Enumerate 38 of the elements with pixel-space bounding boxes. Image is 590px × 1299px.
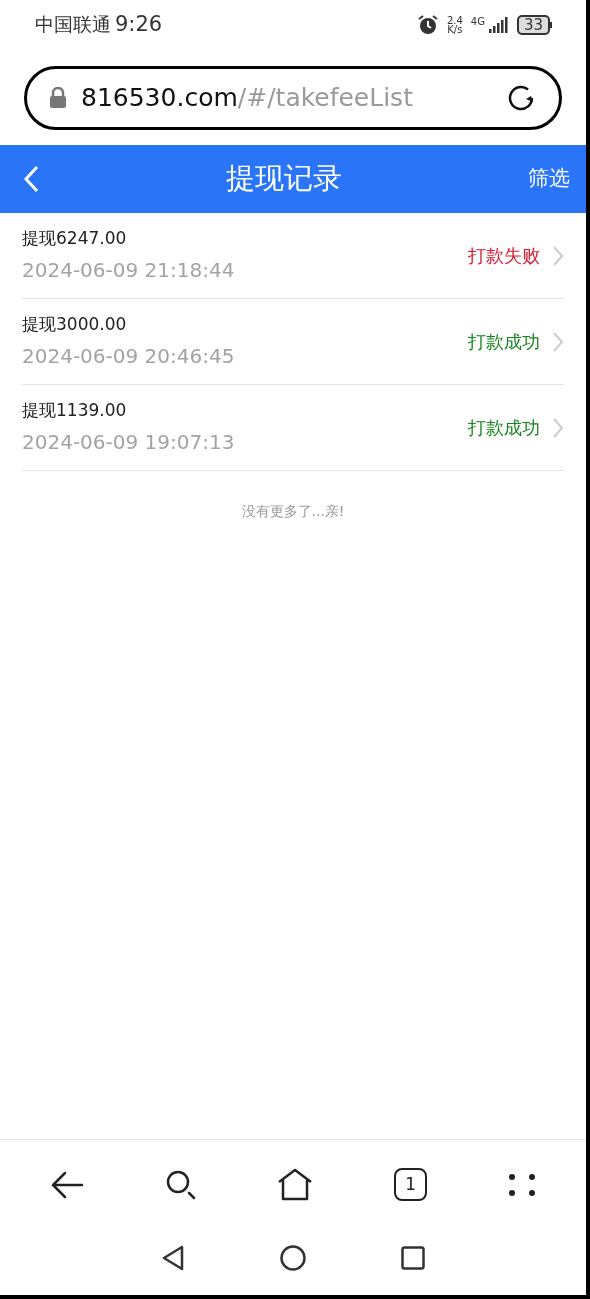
carrier-name: 中国联通	[35, 12, 111, 38]
alarm-icon	[416, 14, 439, 36]
record-status: 打款成功	[468, 416, 540, 440]
chevron-right-icon	[552, 330, 564, 353]
nav-home-icon[interactable]	[280, 1245, 306, 1271]
record-status: 打款成功	[468, 330, 540, 354]
record-row[interactable]: 提现6247.00 2024-06-09 21:18:44 打款失败	[22, 213, 564, 299]
page-title: 提现记录	[225, 160, 343, 198]
address-bar[interactable]: 816530.com/#/takefeeList	[24, 65, 562, 130]
network-speed: 2.4 K/s	[446, 16, 463, 34]
tabs-button[interactable]: 1	[394, 1168, 428, 1201]
signal-icon	[486, 17, 509, 33]
home-icon[interactable]	[277, 1167, 314, 1202]
chevron-right-icon	[552, 416, 564, 439]
back-icon[interactable]	[22, 164, 40, 194]
record-amount: 提现3000.00	[22, 312, 128, 336]
record-row[interactable]: 提现1139.00 2024-06-09 19:07:13 打款成功	[22, 385, 564, 471]
search-icon[interactable]	[164, 1168, 197, 1201]
url-path: /#/takefeeList	[237, 82, 413, 112]
end-of-list-note: 没有更多了...亲!	[241, 502, 345, 521]
record-time: 2024-06-09 20:46:45	[22, 343, 236, 371]
record-time: 2024-06-09 21:18:44	[22, 257, 236, 285]
record-status: 打款失败	[468, 244, 540, 268]
filter-button[interactable]: 筛选	[528, 163, 570, 195]
more-dots-icon[interactable]	[507, 1172, 536, 1197]
record-row[interactable]: 提现3000.00 2024-06-09 20:46:45 打款成功	[22, 299, 564, 385]
nav-recents-icon[interactable]	[401, 1246, 425, 1270]
clock-time: 9:26	[115, 11, 163, 39]
chevron-right-icon	[552, 244, 564, 267]
network-type: 4G	[470, 17, 485, 27]
nav-back-icon[interactable]	[161, 1245, 185, 1271]
back-arrow-icon[interactable]	[50, 1169, 85, 1200]
battery-indicator: 33	[516, 15, 552, 35]
record-amount: 提现6247.00	[22, 226, 128, 250]
record-time: 2024-06-09 19:07:13	[22, 429, 236, 457]
record-amount: 提现1139.00	[22, 398, 128, 422]
lock-icon	[49, 86, 67, 109]
url-domain: 816530.com	[81, 82, 238, 112]
